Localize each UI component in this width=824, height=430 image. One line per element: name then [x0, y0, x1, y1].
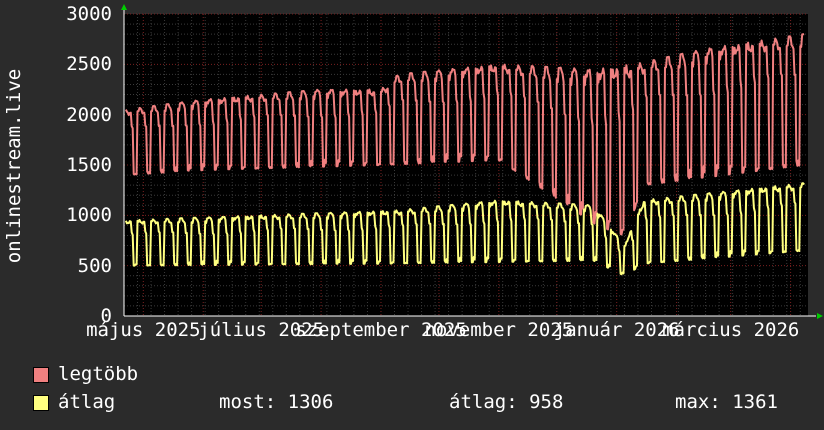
- x-tick-label: május 2025: [86, 319, 201, 341]
- stat-max: max: 1361: [675, 391, 778, 413]
- legend-swatch-legtobb: [33, 367, 49, 383]
- x-tick-label: január 2026: [553, 319, 680, 341]
- y-tick-label: 3000: [66, 3, 112, 25]
- legend-label-legtobb: legtöbb: [58, 363, 139, 385]
- x-tick-label: március 2026: [662, 319, 800, 341]
- x-axis-arrow: [817, 313, 823, 319]
- stat-atlag: átlag: 958: [449, 391, 564, 413]
- y-axis-arrow: [121, 4, 127, 10]
- legend-swatch-atlag: [33, 395, 49, 411]
- legend-label-atlag: átlag: [58, 391, 116, 413]
- stat-most: most: 1306: [219, 391, 334, 413]
- chart-canvas: [121, 4, 823, 319]
- x-tick-label: november 2025: [424, 319, 574, 341]
- y-axis-label: onlinestream.live: [3, 68, 25, 264]
